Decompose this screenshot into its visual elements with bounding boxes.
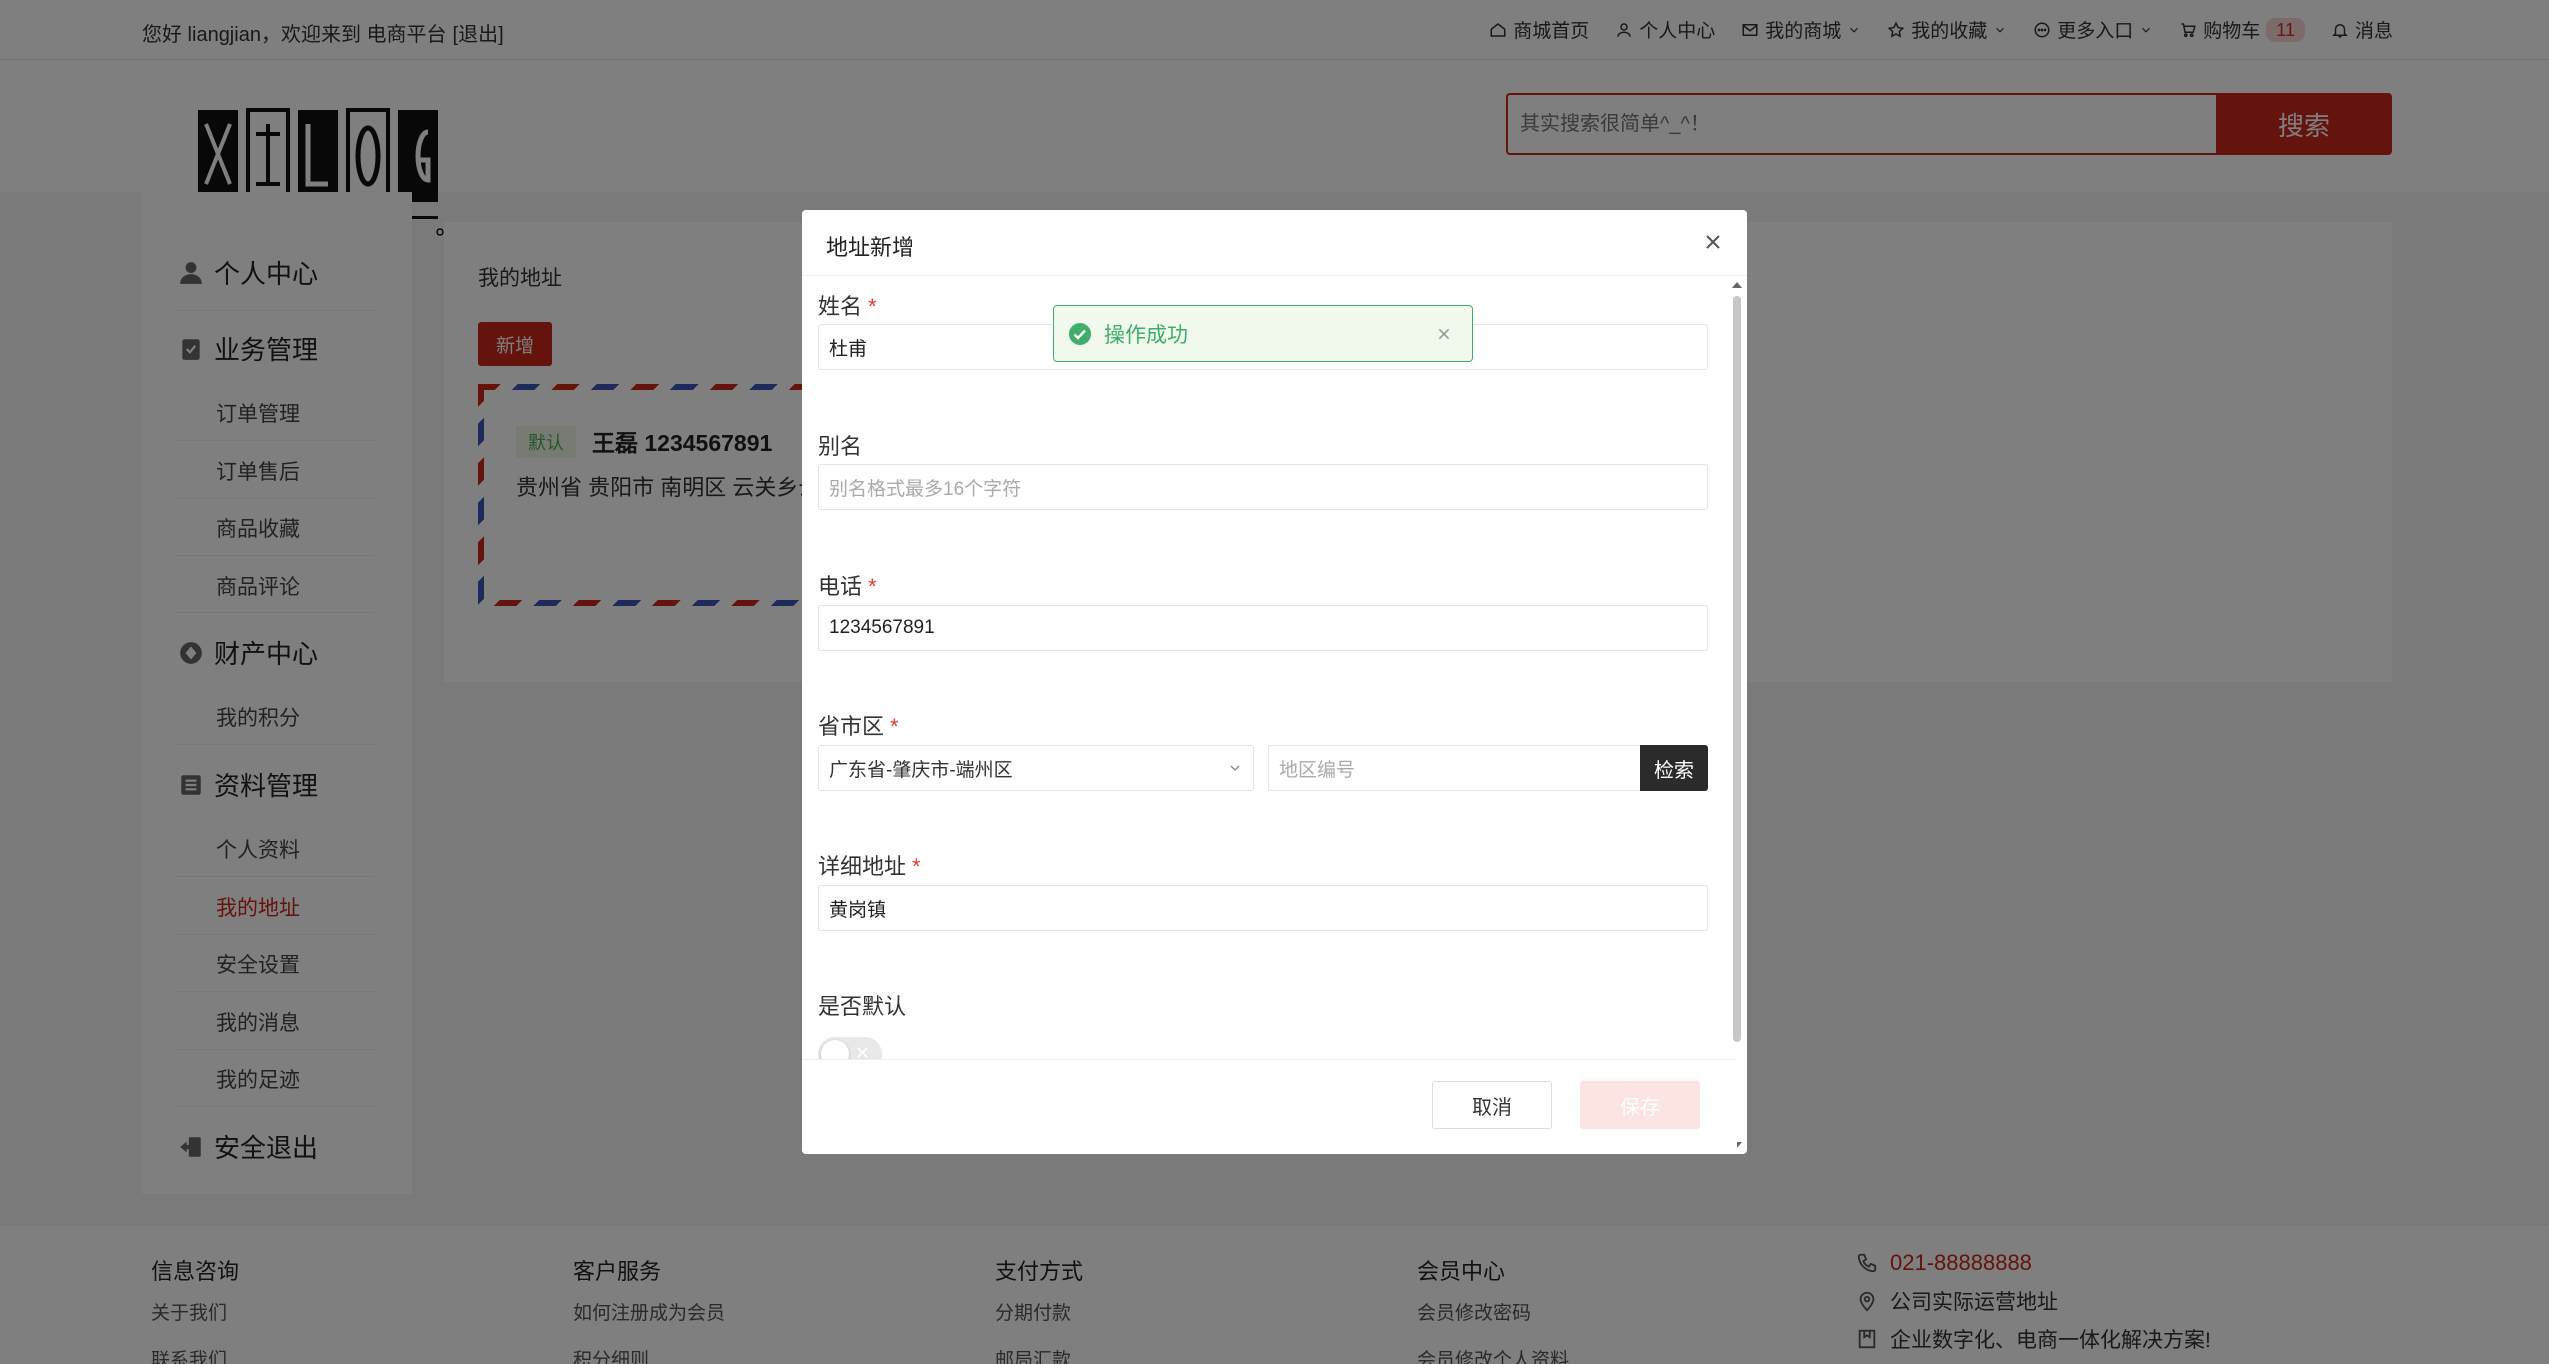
phone-label: 电话 * bbox=[818, 569, 877, 601]
phone-label-text: 电话 bbox=[818, 574, 863, 599]
required-marker: * bbox=[868, 574, 877, 599]
region-select-value: 广东省-肇庆市-端州区 bbox=[829, 759, 1013, 781]
alias-label: 别名 bbox=[818, 434, 863, 459]
dialog-header: 地址新增 bbox=[802, 210, 1747, 276]
detail-address-field[interactable]: 黄岗镇 bbox=[818, 885, 1708, 931]
success-toast: 操作成功 bbox=[1053, 305, 1473, 362]
region-label-text: 省市区 bbox=[818, 714, 885, 739]
dialog-footer: 取消 保存 bbox=[802, 1059, 1737, 1154]
default-label: 是否默认 bbox=[818, 994, 907, 1019]
detail-label: 详细地址 * bbox=[818, 849, 921, 881]
toggle-knob bbox=[821, 1040, 849, 1059]
toast-message: 操作成功 bbox=[1104, 323, 1188, 347]
dialog-scrollbar[interactable] bbox=[1731, 282, 1743, 1148]
scroll-up-arrow-icon[interactable] bbox=[1732, 282, 1742, 288]
region-select[interactable]: 广东省-肇庆市-端州区 bbox=[818, 745, 1254, 791]
check-circle-icon bbox=[1069, 322, 1091, 345]
phone-field[interactable]: 1234567891 bbox=[818, 605, 1708, 651]
dialog-form: 姓名 * 杜甫 别名 别名格式最多16个字符 电话 * 1234567891 省市区… bbox=[802, 277, 1737, 1059]
region-label: 省市区 * bbox=[818, 709, 899, 741]
region-search-button[interactable]: 检索 bbox=[1640, 745, 1708, 791]
required-marker: * bbox=[868, 294, 877, 319]
save-button[interactable]: 保存 bbox=[1580, 1081, 1700, 1129]
region-code-field[interactable]: 地区编号 bbox=[1268, 745, 1642, 791]
alias-field[interactable]: 别名格式最多16个字符 bbox=[818, 464, 1708, 510]
scroll-thumb[interactable] bbox=[1733, 296, 1741, 1042]
name-label: 姓名 * bbox=[818, 289, 877, 321]
dialog-title: 地址新增 bbox=[826, 235, 915, 260]
required-marker: * bbox=[912, 854, 921, 879]
name-label-text: 姓名 bbox=[818, 294, 863, 319]
required-marker: * bbox=[890, 714, 899, 739]
detail-label-text: 详细地址 bbox=[818, 854, 907, 879]
toggle-off-icon: ✕ bbox=[854, 1043, 870, 1059]
default-toggle[interactable]: ✕ bbox=[818, 1037, 882, 1059]
cancel-button[interactable]: 取消 bbox=[1432, 1081, 1552, 1129]
chevron-down-icon bbox=[1230, 765, 1240, 771]
close-icon[interactable] bbox=[1436, 326, 1452, 342]
close-icon[interactable] bbox=[1701, 230, 1725, 254]
